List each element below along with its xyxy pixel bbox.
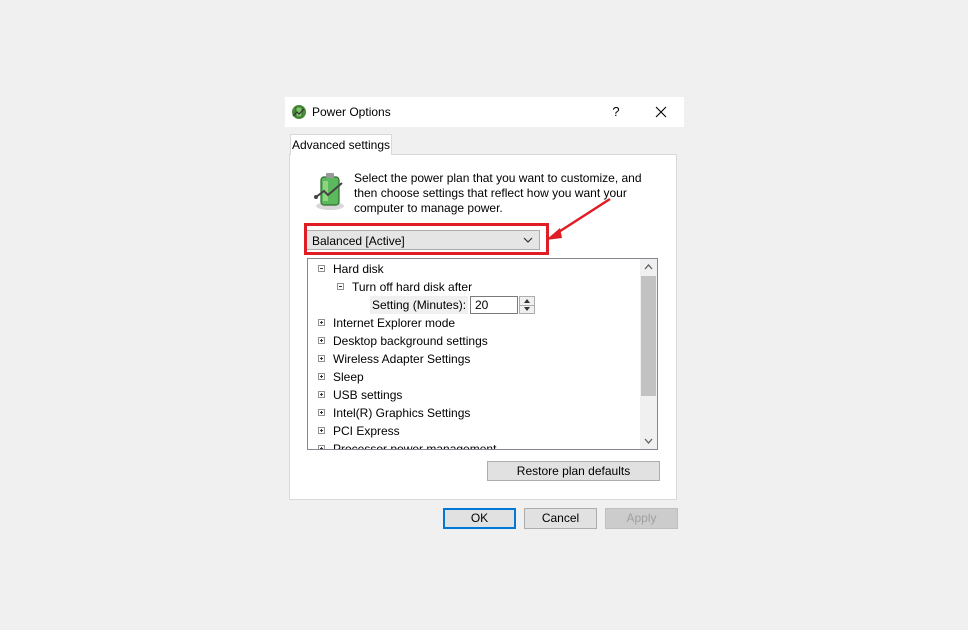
expand-icon[interactable]: [318, 391, 325, 398]
close-button[interactable]: [649, 101, 673, 123]
expand-icon[interactable]: [318, 355, 325, 362]
tree-item-label: Internet Explorer mode: [333, 316, 456, 330]
expand-icon[interactable]: [318, 409, 325, 416]
advanced-settings-panel: Select the power plan that you want to c…: [289, 154, 677, 500]
tree-item-label: Turn off hard disk after: [352, 280, 473, 294]
help-button[interactable]: ?: [605, 101, 627, 123]
cancel-button[interactable]: Cancel: [524, 508, 597, 529]
tree-item-label: Wireless Adapter Settings: [333, 352, 471, 366]
annotation-arrow: [546, 197, 611, 240]
ok-button[interactable]: OK: [443, 508, 516, 529]
expand-icon[interactable]: [318, 337, 325, 344]
scrollbar-thumb[interactable]: [641, 276, 656, 396]
scroll-up-icon[interactable]: [640, 259, 657, 276]
power-options-icon: [292, 105, 306, 119]
expand-icon[interactable]: [318, 373, 325, 380]
apply-button[interactable]: Apply: [605, 508, 678, 529]
scroll-down-icon[interactable]: [640, 432, 657, 449]
tab-advanced-settings[interactable]: Advanced settings: [290, 134, 392, 155]
restore-plan-defaults-button[interactable]: Restore plan defaults: [487, 461, 660, 481]
vertical-scrollbar[interactable]: [640, 259, 657, 449]
collapse-icon[interactable]: [337, 283, 344, 290]
tree-item-label: Processor power management: [333, 442, 497, 450]
tree-item-label: Desktop background settings: [333, 334, 488, 348]
tree-item-label: Intel(R) Graphics Settings: [333, 406, 471, 420]
stepper-buttons[interactable]: [519, 296, 535, 314]
title-bar: Power Options ?: [285, 97, 684, 127]
expand-icon[interactable]: [318, 427, 325, 434]
tree-item-label: USB settings: [333, 388, 403, 402]
tree-item-label: PCI Express: [333, 424, 400, 438]
battery-icon: [314, 173, 344, 210]
window-title: Power Options: [312, 105, 391, 119]
annotation-highlight-box: [304, 223, 549, 255]
power-options-dialog: Power Options ? Advanced settings Select…: [285, 97, 684, 534]
expand-icon[interactable]: [318, 445, 325, 449]
tree-item-label: Sleep: [333, 370, 364, 384]
close-icon: [655, 106, 667, 118]
settings-tree[interactable]: Hard disk Turn off hard disk after Setti…: [307, 258, 658, 450]
minutes-input[interactable]: 20: [470, 296, 518, 314]
tree-item-label: Hard disk: [333, 262, 384, 276]
expand-icon[interactable]: [318, 319, 325, 326]
chevron-down-icon[interactable]: [520, 305, 534, 313]
setting-label: Setting (Minutes):: [370, 296, 469, 314]
collapse-icon[interactable]: [318, 265, 325, 272]
